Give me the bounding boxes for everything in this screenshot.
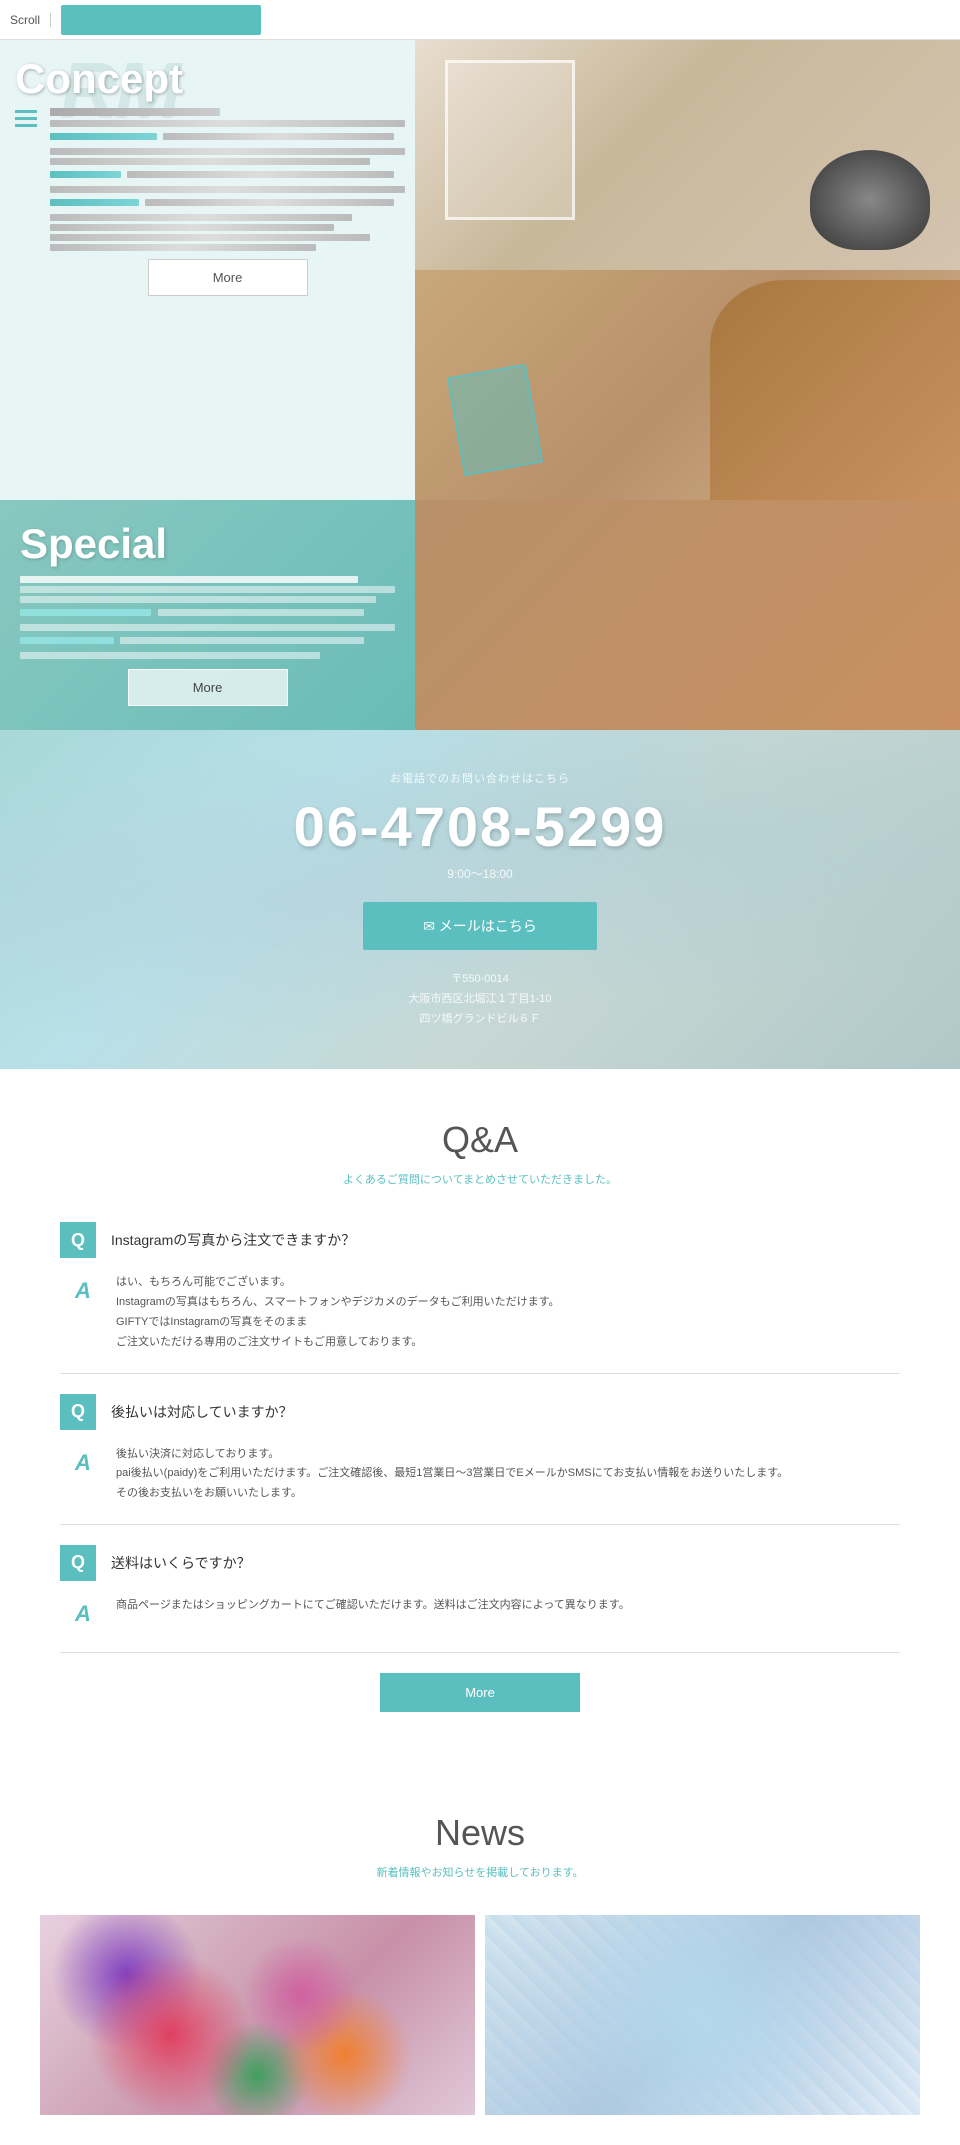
qa-question-text-1: Instagramの写真から注文できますか？ [111,1230,355,1250]
news-images-row [40,1915,920,2115]
concept-subtitle [50,108,220,116]
hero-images [415,40,960,500]
hero-section: RM Concept [0,40,960,500]
a-icon-1: A [65,1273,101,1309]
news-subtitle: 新着情報やお知らせを掲載しております。 [40,1864,920,1880]
qa-question-2[interactable]: Q 後払いは対応していますか？ [60,1394,900,1430]
qa-answer-1: A はい、もちろん可能でございます。 Instagramの写真はもちろん、スマー… [60,1273,900,1352]
qa-subtitle: よくあるご質問についてまとめさせていただきました。 [60,1171,900,1187]
news-title: News [40,1812,920,1854]
glass-block [447,364,543,476]
concept-body [50,120,405,251]
special-title: Special [20,520,395,568]
photo-frame [445,60,575,220]
qa-item-2: Q 後払いは対応していますか？ A 後払い決済に対応しております。 pai後払い… [60,1394,900,1525]
contact-subtitle: お電話でのお問い合わせはこちら [20,770,940,786]
a-icon-2: A [65,1445,101,1481]
qa-question-text-3: 送料はいくらですか？ [111,1553,251,1573]
scroll-label: Scroll [10,13,51,27]
top-bar: Scroll [0,0,960,40]
news-section: News 新着情報やお知らせを掲載しております。 [0,1762,960,2145]
special-section: Special More [0,500,960,730]
concept-panel: RM Concept [0,40,415,500]
nav-bar[interactable] [61,5,261,35]
qa-answer-text-2: 後払い決済に対応しております。 pai後払い(paidy)をご利用いただけます。… [116,1445,788,1504]
qa-title: Q&A [60,1119,900,1161]
hedgehog-shape [810,150,930,250]
business-hours: 9:00〜18:00 [20,865,940,882]
q-icon-2: Q [60,1394,96,1430]
special-more-button[interactable]: More [128,669,288,706]
email-button[interactable]: ✉ メールはこちら [363,902,597,950]
qa-item-3: Q 送料はいくらですか？ A 商品ページまたはショッピングカートにてご確認いただ… [60,1545,900,1653]
address-zip: 〒550-0014 [20,970,940,990]
qa-answer-text-1: はい、もちろん可能でございます。 Instagramの写真はもちろん、スマートフ… [116,1273,559,1352]
address: 〒550-0014 大阪市西区北堀江１丁目1-10 四ツ橋グランドビル６Ｆ [20,970,940,1029]
qa-section: Q&A よくあるご質問についてまとめさせていただきました。 Q Instagra… [0,1069,960,1762]
address-line2: 四ツ橋グランドビル６Ｆ [20,1010,940,1030]
concept-text-block: More [50,108,405,296]
cat-image [415,270,960,500]
qa-answer-text-3: 商品ページまたはショッピングカートにてご確認いただけます。送料はご注文内容によっ… [116,1596,630,1616]
cat-shape [710,280,960,500]
contact-section: お電話でのお問い合わせはこちら 06-4708-5299 9:00〜18:00 … [0,730,960,1069]
a-icon-3: A [65,1596,101,1632]
news-image-flowers[interactable] [40,1915,475,2115]
address-line1: 大阪市西区北堀江１丁目1-10 [20,990,940,1010]
qa-question-3[interactable]: Q 送料はいくらですか？ [60,1545,900,1581]
qa-question-1[interactable]: Q Instagramの写真から注文できますか？ [60,1222,900,1258]
news-image-blue[interactable] [485,1915,920,2115]
contact-content: お電話でのお問い合わせはこちら 06-4708-5299 9:00〜18:00 … [20,770,940,1029]
qa-more-button[interactable]: More [380,1673,580,1712]
special-text-block [20,576,395,659]
phone-number: 06-4708-5299 [20,794,940,859]
qa-answer-2: A 後払い決済に対応しております。 pai後払い(paidy)をご利用いただけま… [60,1445,900,1504]
qa-question-text-2: 後払いは対応していますか？ [111,1402,293,1422]
special-image-area [415,500,960,730]
hamburger-menu[interactable] [15,110,37,127]
hedgehog-image [415,40,960,270]
q-icon-3: Q [60,1545,96,1581]
qa-answer-3: A 商品ページまたはショッピングカートにてご確認いただけます。送料はご注文内容に… [60,1596,900,1632]
q-icon-1: Q [60,1222,96,1258]
concept-title: Concept [15,55,183,103]
qa-item-1: Q Instagramの写真から注文できますか？ A はい、もちろん可能でござい… [60,1222,900,1373]
concept-more-button[interactable]: More [148,259,308,296]
special-panel: Special More [0,500,415,730]
